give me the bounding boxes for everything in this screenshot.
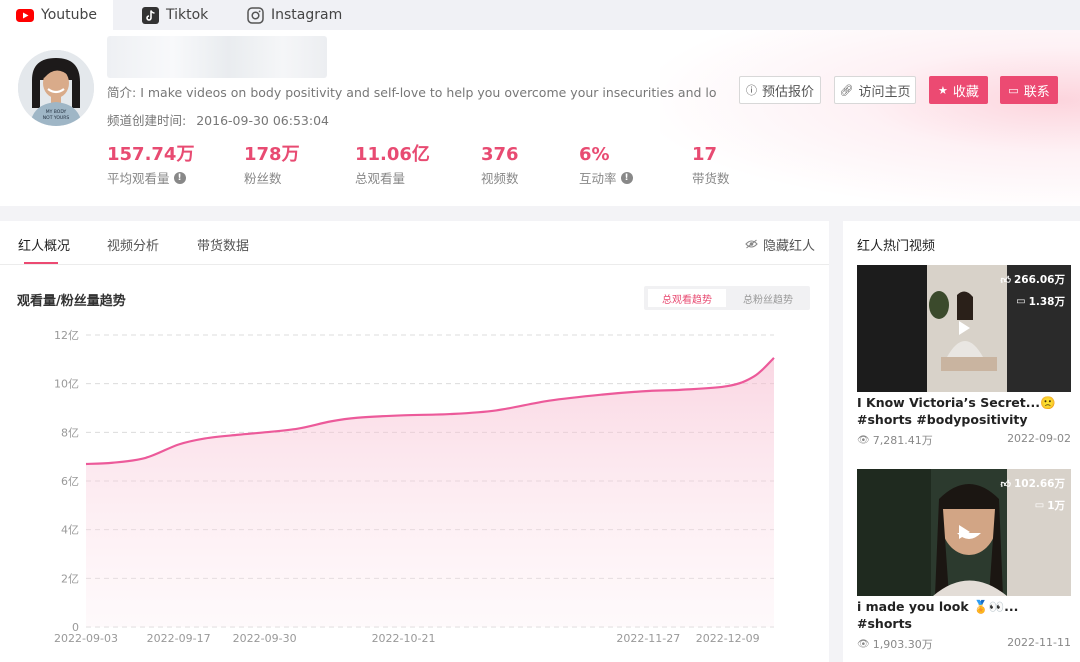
thumbs-up-icon: 👍︎	[1000, 274, 1011, 286]
stat-label: 总观看量	[355, 171, 406, 186]
stat-total-views: 11.06亿 总观看量	[355, 144, 430, 187]
svg-text:NOT YOURS: NOT YOURS	[43, 115, 70, 121]
play-icon[interactable]	[955, 319, 973, 337]
channel-created: 频道创建时间: 2016-09-30 06:53:04	[107, 110, 329, 129]
video-title[interactable]: I Know Victoria’s Secret...🙁 #shorts #bo…	[857, 394, 1071, 428]
video-likes: 👍︎ 266.06万	[1001, 272, 1065, 287]
x-tick-label: 2022-11-27	[616, 632, 680, 645]
video-comments: ▭ 1.38万	[1016, 294, 1065, 309]
comments-count: 1万	[1047, 500, 1065, 512]
intro-text: I make videos on body positivity and sel…	[140, 85, 717, 100]
estimate-quote-button[interactable]: ⓘ 预估报价	[739, 76, 821, 104]
contact-button[interactable]: ▭ 联系	[1000, 76, 1058, 104]
tab-youtube-label: Youtube	[41, 7, 97, 23]
views-trend-chart: 02亿4亿6亿8亿10亿12亿2022-09-03 2022-09-17 2022-…	[54, 329, 775, 645]
avatar: MY BODY NOT YOURS	[18, 50, 94, 126]
y-tick-label: 6亿	[61, 475, 79, 488]
channel-intro: 简介: I make videos on body positivity and…	[107, 82, 717, 101]
video-card[interactable]: 👍︎ 102.66万 ▭ 1万 i made you look 🏅👀... #s…	[857, 469, 1071, 652]
likes-count: 102.66万	[1013, 478, 1065, 490]
x-tick-label: 2022-12-09	[696, 632, 760, 645]
contact-label: 联系	[1023, 84, 1050, 100]
stat-video-count: 376 视频数	[481, 144, 519, 187]
y-tick-label: 10亿	[54, 378, 79, 391]
y-tick-label: 4亿	[61, 524, 79, 537]
x-tick-label: 2022-09-30	[233, 632, 297, 645]
video-date: 2022-11-11	[1007, 636, 1071, 649]
stat-value: 157.74万	[107, 144, 195, 165]
video-card[interactable]: 👍︎ 266.06万 ▭ 1.38万 I Know Victoria’s Sec…	[857, 265, 1071, 448]
views-count: 1,903.30万	[872, 638, 933, 651]
profile-card: MY BODY NOT YOURS 简介: I make videos on b…	[0, 30, 1080, 206]
youtube-icon	[16, 8, 34, 22]
created-value: 2016-09-30 06:53:04	[196, 113, 329, 128]
stat-value: 178万	[244, 144, 300, 165]
info-icon[interactable]: !	[620, 171, 633, 184]
stat-value: 6%	[579, 144, 610, 165]
video-meta: 👁︎ 1,903.30万 2022-11-11	[857, 636, 1071, 652]
platform-tab-bar: Youtube Tiktok Instagram	[0, 0, 1080, 30]
stat-value: 376	[481, 144, 519, 165]
stat-followers: 178万 粉丝数	[244, 144, 300, 187]
stat-label: 视频数	[481, 171, 519, 186]
tab-instagram-label: Instagram	[271, 7, 343, 23]
blurred-channel-name	[107, 36, 327, 78]
star-icon: ★	[938, 83, 948, 97]
video-meta: 👁︎ 7,281.41万 2022-09-02	[857, 432, 1071, 448]
stat-label: 粉丝数	[244, 171, 282, 186]
comment-icon: ▭	[1016, 296, 1026, 307]
video-title[interactable]: i made you look 🏅👀... #shorts	[857, 598, 1071, 632]
info-circle-icon: ⓘ	[745, 84, 757, 97]
svg-text:MY BODY: MY BODY	[46, 109, 67, 115]
hot-videos-panel: 红人热门视频 👍︎ 266.06万 ▭ 1.38万 I Know Victori…	[843, 221, 1080, 662]
stat-label: 互动率	[579, 171, 617, 186]
thumbs-up-icon: 👍︎	[1000, 478, 1011, 490]
tab-tiktok[interactable]: Tiktok	[141, 0, 231, 30]
info-icon[interactable]: !	[173, 171, 186, 184]
eye-icon: 👁︎	[857, 638, 870, 650]
comment-icon: ▭	[1034, 500, 1045, 511]
views-count: 7,281.41万	[872, 434, 933, 447]
visit-homepage-button[interactable]: 🔗︎ 访问主页	[834, 76, 916, 104]
x-tick-label: 2022-10-21	[372, 632, 436, 645]
link-icon: 🔗︎	[839, 83, 854, 97]
stat-value: 11.06亿	[355, 144, 430, 165]
collect-label: 收藏	[952, 84, 979, 100]
collect-button[interactable]: ★ 收藏	[929, 76, 988, 104]
instagram-icon	[246, 6, 264, 24]
hot-videos-title: 红人热门视频	[857, 239, 936, 254]
video-comments: ▭ 1万	[1035, 498, 1065, 513]
x-tick-label: 2022-09-03	[54, 632, 118, 645]
comments-count: 1.38万	[1028, 296, 1065, 308]
video-date: 2022-09-02	[1007, 432, 1071, 445]
tab-tiktok-label: Tiktok	[166, 7, 209, 23]
series-area	[86, 357, 774, 627]
y-tick-label: 2亿	[61, 572, 79, 585]
estimate-quote-label: 预估报价	[761, 84, 814, 100]
intro-label: 简介:	[107, 85, 137, 100]
eye-icon: 👁︎	[857, 434, 870, 446]
play-icon[interactable]	[955, 523, 973, 541]
likes-count: 266.06万	[1013, 274, 1065, 286]
y-tick-label: 8亿	[61, 426, 79, 439]
video-likes: 👍︎ 102.66万	[1001, 476, 1065, 491]
video-thumbnail[interactable]: 👍︎ 266.06万 ▭ 1.38万	[857, 265, 1071, 392]
created-label: 频道创建时间:	[107, 113, 187, 128]
tiktok-icon	[141, 6, 159, 24]
stat-value: 17	[692, 144, 718, 165]
visit-homepage-label: 访问主页	[858, 84, 911, 100]
stat-label: 带货数	[692, 171, 730, 186]
stat-product-count: 17 带货数	[692, 144, 730, 187]
x-tick-label: 2022-09-17	[147, 632, 211, 645]
stat-engagement-rate: 6% 互动率!	[579, 144, 633, 187]
tab-youtube[interactable]: Youtube	[0, 0, 113, 30]
main-panel: 红人概况 视频分析 带货数据 隐藏红人 观看量/粉丝量趋势 总观看趋势 总粉丝趋…	[0, 221, 829, 662]
message-icon: ▭	[1008, 83, 1019, 97]
tab-instagram[interactable]: Instagram	[246, 0, 356, 30]
y-tick-label: 12亿	[54, 329, 79, 342]
stat-avg-views: 157.74万 平均观看量!	[107, 144, 194, 187]
video-thumbnail[interactable]: 👍︎ 102.66万 ▭ 1万	[857, 469, 1071, 596]
stat-label: 平均观看量	[107, 171, 170, 186]
